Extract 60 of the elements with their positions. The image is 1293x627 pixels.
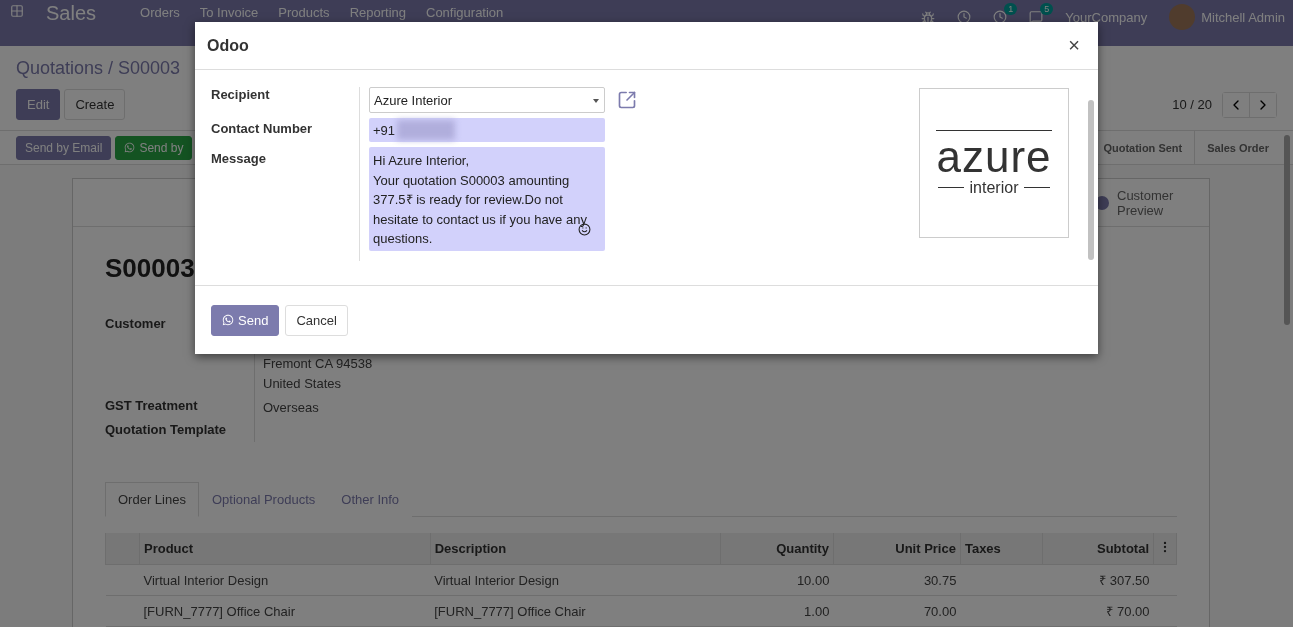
whatsapp-icon: [124, 142, 136, 153]
table-cell: 30.75: [833, 564, 961, 596]
external-link-icon[interactable]: [617, 90, 637, 110]
clock-icon[interactable]: [957, 10, 972, 24]
table-cell: Virtual Interior Design: [430, 564, 721, 596]
menu-item[interactable]: Orders: [140, 5, 180, 20]
table-cell: ₹ 307.50: [1042, 564, 1154, 596]
company-name[interactable]: YourCompany: [1065, 9, 1148, 25]
table-cell: [FURN_7777] Office Chair: [430, 595, 721, 627]
menu-item[interactable]: Reporting: [349, 5, 406, 20]
avatar: [1169, 4, 1196, 30]
table-cell: ₹ 70.00: [1042, 595, 1154, 627]
redacted-number: [397, 120, 456, 140]
close-button[interactable]: ×: [1062, 33, 1086, 58]
column-header: Taxes: [960, 533, 1043, 565]
column-header: Subtotal: [1042, 533, 1154, 565]
table-cell: Virtual Interior Design: [139, 564, 431, 596]
status-step[interactable]: Sales Order: [1194, 131, 1281, 164]
pager-count: 10 / 20: [1172, 97, 1212, 112]
create-button[interactable]: Create: [64, 89, 126, 120]
cancel-button[interactable]: Cancel: [285, 304, 348, 336]
field-label: Contact Number: [211, 121, 314, 138]
column-header: Product: [139, 533, 431, 565]
field-value: United States: [263, 375, 343, 393]
table-cell: 70.00: [833, 595, 961, 627]
column-header: Unit Price: [833, 533, 961, 565]
activity-icon[interactable]: [993, 10, 1008, 24]
messages-icon[interactable]: [1029, 10, 1044, 24]
logo: azure interior: [919, 88, 1069, 238]
record-title: S00003: [105, 253, 196, 284]
header-button[interactable]: Send by: [115, 135, 193, 160]
message-field[interactable]: Hi Azure Interior, Your quotation S00003 amounting 377.5₹ is ready for review.Do not hesitate to contact us if you have any questions.: [369, 147, 605, 251]
field-value: Overseas: [263, 399, 320, 417]
field-label: Message: [211, 151, 267, 168]
app-title: Sales: [46, 2, 97, 25]
table-cell: 10.00: [720, 564, 834, 596]
message-count-badge: 5: [1040, 3, 1054, 15]
field-value: Fremont CA 94538: [263, 355, 374, 373]
field-label: Recipient: [211, 87, 271, 104]
recipient-select[interactable]: Azure Interior: [369, 87, 605, 113]
field-label: Quotation Template: [105, 418, 255, 442]
edit-button[interactable]: Edit: [16, 89, 61, 120]
whatsapp-icon: [222, 314, 234, 326]
user-name[interactable]: Mitchell Admin: [1201, 9, 1285, 25]
table-cell: 1.00: [720, 595, 834, 627]
tab[interactable]: Order Lines: [105, 482, 199, 517]
menu-item[interactable]: To Invoice: [199, 5, 259, 20]
contact-number-field[interactable]: +91: [369, 118, 605, 142]
field-label: GST Treatment: [105, 394, 255, 418]
menu-item[interactable]: Configuration: [426, 5, 504, 20]
header-button[interactable]: Send by Email: [16, 135, 112, 160]
next-button[interactable]: [1249, 92, 1276, 117]
activity-count-badge: 1: [1004, 3, 1018, 15]
bug-icon[interactable]: [921, 11, 936, 25]
send-button[interactable]: Send: [211, 304, 280, 336]
column-header: Quantity: [720, 533, 834, 565]
table-cell: [FURN_7777] Office Chair: [139, 595, 431, 627]
menu-item[interactable]: Products: [278, 5, 330, 20]
dialog-title: Odoo: [207, 36, 249, 55]
column-header: Description: [430, 533, 721, 565]
